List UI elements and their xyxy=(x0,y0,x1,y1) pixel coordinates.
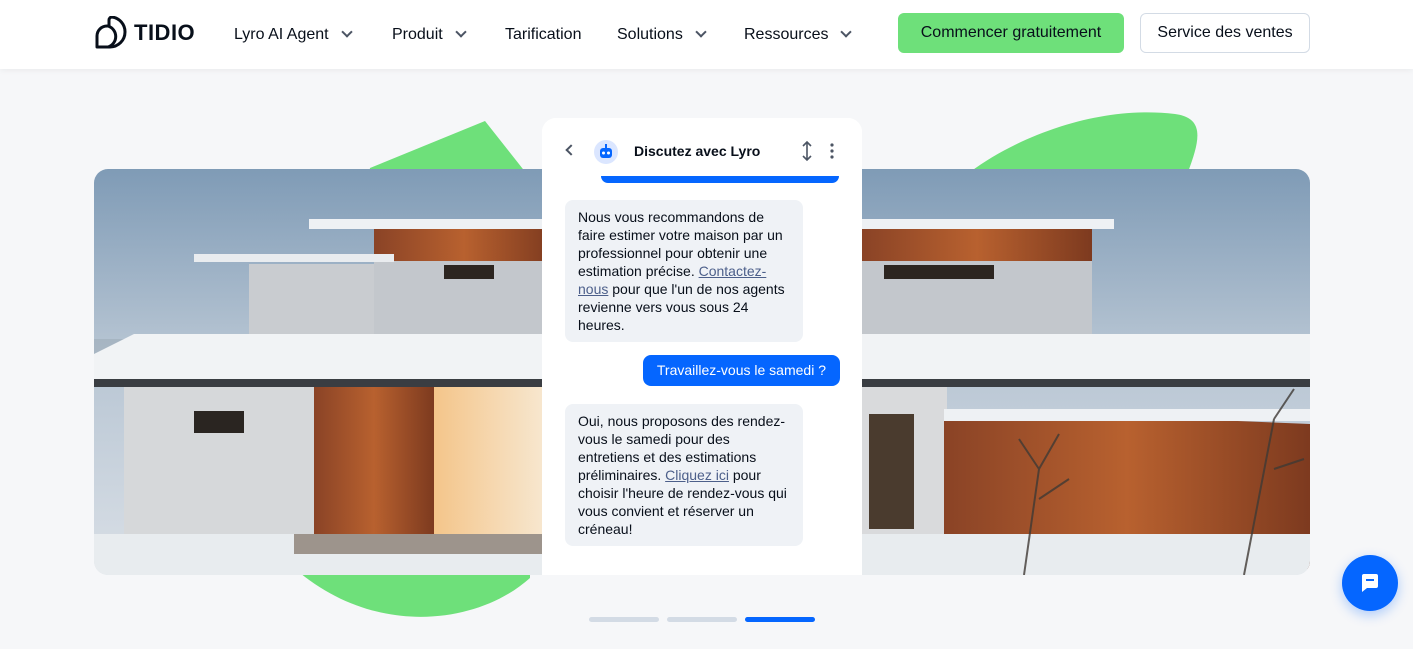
chat-widget: Discutez avec Lyro Nous vous recommandon… xyxy=(542,118,862,575)
start-free-button[interactable]: Commencer gratuitement xyxy=(898,13,1124,53)
sales-button[interactable]: Service des ventes xyxy=(1140,13,1310,53)
bot-avatar-icon xyxy=(594,140,618,164)
tidio-logo[interactable]: TIDIO xyxy=(94,16,195,50)
chevron-down-icon xyxy=(340,26,353,38)
resize-vertical-icon[interactable] xyxy=(800,140,814,162)
click-here-link[interactable]: Cliquez ici xyxy=(665,467,729,483)
carousel-dot-3[interactable] xyxy=(745,617,815,622)
carousel-dot-1[interactable] xyxy=(589,617,659,622)
site-header: TIDIO Lyro AI Agent Produit Tarification… xyxy=(0,0,1413,69)
nav-lyro-ai-agent[interactable]: Lyro AI Agent xyxy=(234,0,353,69)
chevron-left-icon[interactable] xyxy=(565,144,577,156)
carousel-dot-2[interactable] xyxy=(667,617,737,622)
nav-solutions[interactable]: Solutions xyxy=(617,0,707,69)
more-vertical-icon[interactable] xyxy=(825,142,839,160)
chat-bubble-icon xyxy=(1362,574,1378,592)
tidio-logo-icon xyxy=(95,16,127,49)
nav-label: Ressources xyxy=(744,25,829,43)
chat-header: Discutez avec Lyro xyxy=(542,118,862,182)
chevron-down-icon xyxy=(840,26,853,38)
message-text: pour que l'un de nos agents revienne ver… xyxy=(578,281,785,333)
chevron-down-icon xyxy=(695,26,707,38)
bot-message: Oui, nous proposons des rendez-vous le s… xyxy=(565,404,803,546)
open-chat-button[interactable] xyxy=(1342,555,1398,611)
nav-label: Lyro AI Agent xyxy=(234,25,329,43)
nav-label: Produit xyxy=(392,25,443,43)
nav-tarification[interactable]: Tarification xyxy=(505,0,581,69)
user-message: Travaillez-vous le samedi ? xyxy=(642,355,840,386)
logo-text: TIDIO xyxy=(134,20,196,45)
nav-ressources[interactable]: Ressources xyxy=(744,0,853,69)
nav-label: Tarification xyxy=(505,25,582,43)
bot-message: Nous vous recommandons de faire estimer … xyxy=(565,200,803,342)
previous-user-message xyxy=(601,176,839,183)
chat-title: Discutez avec Lyro xyxy=(634,143,761,159)
nav-label: Solutions xyxy=(617,25,683,43)
chevron-down-icon xyxy=(455,26,467,38)
nav-produit[interactable]: Produit xyxy=(392,0,467,69)
